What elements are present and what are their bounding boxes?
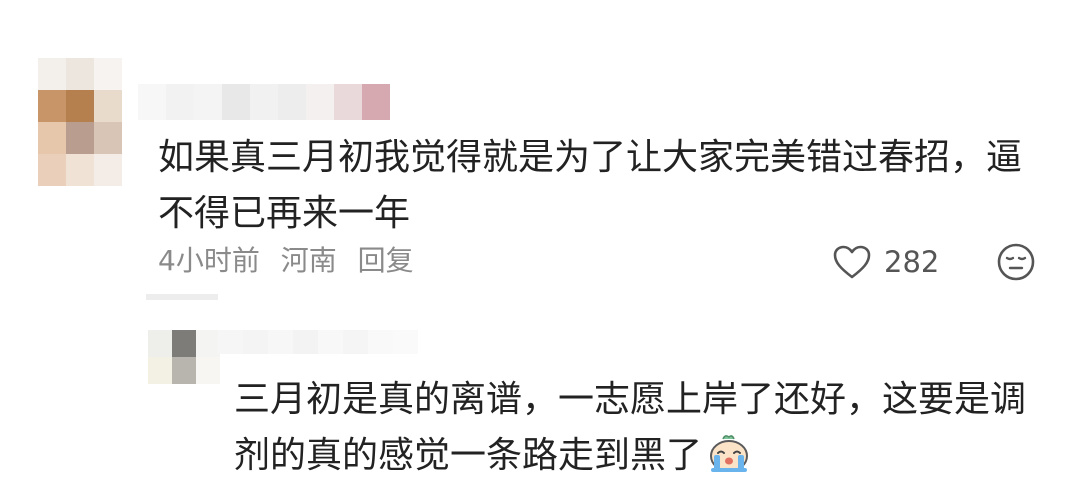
reply-thread-divider xyxy=(146,294,218,300)
reply-text: 三月初是真的离谱，一志愿上岸了还好，这要是调剂的真的感觉一条路走到黑了 xyxy=(234,379,1027,476)
reply-comment: 三月初是真的离谱，一志愿上岸了还好，这要是调剂的真的感觉一条路走到黑了 xyxy=(234,372,1034,484)
comment-text: 如果真三月初我觉得就是为了让大家完美错过春招，逼不得已再来一年 xyxy=(158,137,1023,234)
like-count: 282 xyxy=(884,245,940,279)
reaction-button[interactable] xyxy=(996,242,1036,282)
reply-avatar-blurred[interactable] xyxy=(148,330,220,384)
comment-location: 河南 xyxy=(280,244,337,277)
username-blurred[interactable] xyxy=(138,84,390,120)
comment-meta: 4小时前 河南 回复 xyxy=(158,243,426,279)
avatar-blurred[interactable] xyxy=(38,58,122,186)
reply-username-blurred[interactable] xyxy=(218,330,418,354)
comment-time: 4小时前 xyxy=(158,244,260,277)
like-button[interactable]: 282 xyxy=(832,240,939,284)
heart-outline-icon xyxy=(833,245,871,279)
reply-button[interactable]: 回复 xyxy=(358,244,414,277)
crying-face-emoji xyxy=(710,435,749,472)
meh-face-icon xyxy=(997,243,1035,281)
